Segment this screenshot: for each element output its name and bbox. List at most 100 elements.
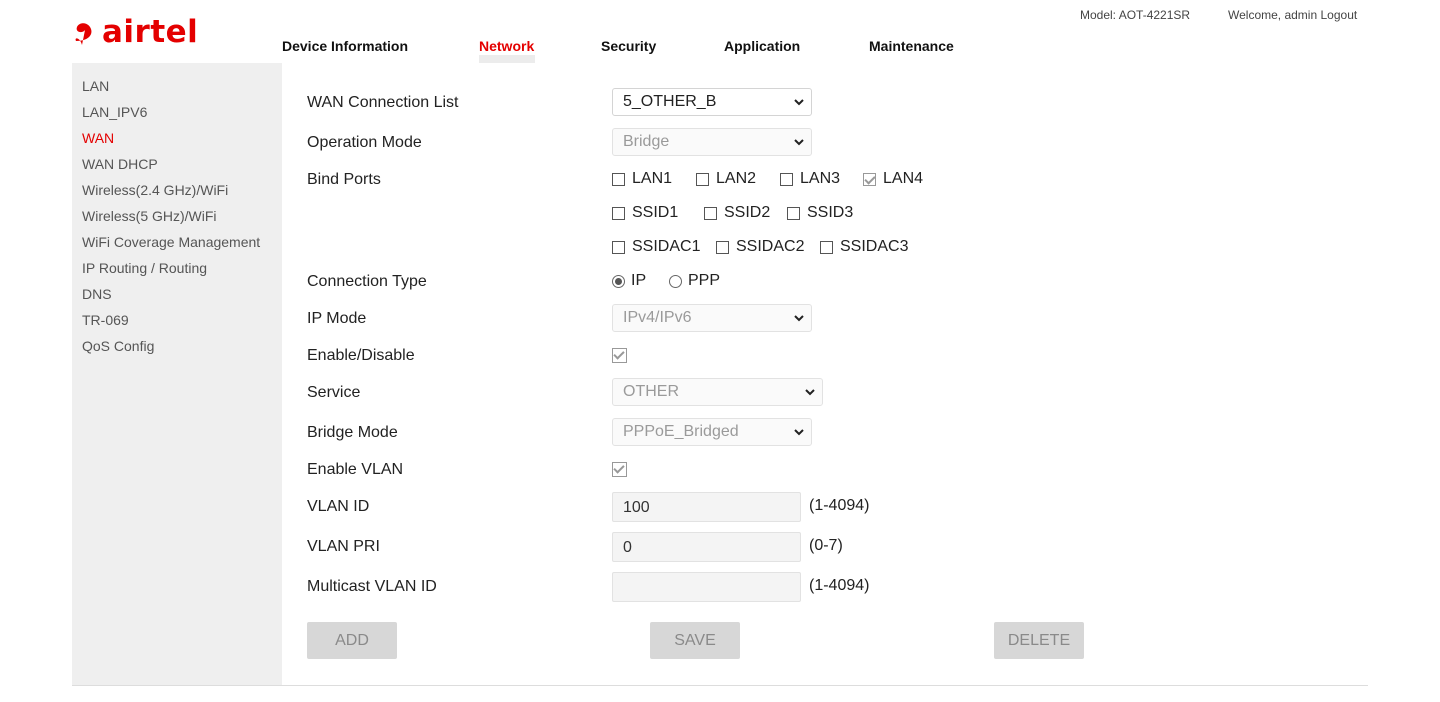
- operation-mode-value: Bridge: [623, 133, 670, 150]
- enable-vlan-checkbox[interactable]: [612, 462, 634, 477]
- wan-config-form: WAN Connection List 5_OTHER_B Operation …: [282, 63, 1368, 685]
- operation-mode-label: Operation Mode: [307, 134, 422, 151]
- multicast-vlan-id-range: (1-4094): [809, 577, 870, 594]
- radio-label: PPP: [688, 272, 721, 289]
- checkbox-label: LAN3: [800, 170, 841, 187]
- nav-application[interactable]: Application: [724, 36, 800, 63]
- sidebar-item-wireless-24[interactable]: Wireless(2.4 GHz)/WiFi: [82, 182, 228, 198]
- airtel-swirl-icon: [75, 23, 92, 45]
- multicast-vlan-id-label: Multicast VLAN ID: [307, 578, 437, 595]
- wan-connection-list-value: 5_OTHER_B: [623, 93, 717, 110]
- checkbox-icon[interactable]: [612, 240, 625, 254]
- bind-port-lan1[interactable]: LAN1: [612, 170, 696, 188]
- bind-port-ssid1[interactable]: SSID1: [612, 204, 704, 222]
- ip-mode-value: IPv4/IPv6: [623, 309, 692, 326]
- sidebar-item-dns[interactable]: DNS: [82, 286, 112, 302]
- model-label: Model: AOT-4221SR: [1080, 8, 1191, 22]
- sidebar-item-wifi-coverage[interactable]: WiFi Coverage Management: [82, 234, 260, 250]
- sidebar-item-qos-config[interactable]: QoS Config: [82, 338, 154, 354]
- checkbox-icon[interactable]: [612, 206, 625, 220]
- nav-maintenance[interactable]: Maintenance: [869, 36, 954, 63]
- checkbox-icon[interactable]: [704, 206, 717, 220]
- checkbox-label: SSID1: [632, 204, 679, 221]
- multicast-vlan-id-input[interactable]: [612, 572, 801, 602]
- bridge-mode-select[interactable]: PPPoE_Bridged: [612, 418, 812, 446]
- bind-port-lan3[interactable]: LAN3: [780, 170, 863, 188]
- service-select[interactable]: OTHER: [612, 378, 823, 406]
- bridge-mode-label: Bridge Mode: [307, 424, 398, 441]
- checkbox-label: SSIDAC1: [632, 238, 701, 255]
- footer-divider: [72, 685, 1368, 686]
- sidebar-item-wan[interactable]: WAN: [82, 130, 114, 146]
- checkbox-label: SSID3: [807, 204, 854, 221]
- chevron-down-icon: [794, 429, 804, 436]
- checkbox-checked-icon[interactable]: [863, 172, 876, 186]
- connection-type-ppp[interactable]: PPP: [669, 272, 720, 290]
- bind-port-lan2[interactable]: LAN2: [696, 170, 780, 188]
- vlan-pri-range: (0-7): [809, 537, 843, 554]
- bind-port-ssidac2[interactable]: SSIDAC2: [716, 238, 820, 256]
- sidebar-item-lan[interactable]: LAN: [82, 78, 109, 94]
- connection-type-label: Connection Type: [307, 273, 427, 290]
- enable-disable-label: Enable/Disable: [307, 347, 415, 364]
- bind-port-ssid2[interactable]: SSID2: [704, 204, 787, 222]
- bind-port-ssid3[interactable]: SSID3: [787, 204, 853, 222]
- operation-mode-select[interactable]: Bridge: [612, 128, 812, 156]
- bridge-mode-value: PPPoE_Bridged: [623, 423, 739, 440]
- airtel-logo[interactable]: airtel: [72, 14, 198, 50]
- service-value: OTHER: [623, 383, 679, 400]
- enable-vlan-label: Enable VLAN: [307, 461, 404, 478]
- checkbox-icon[interactable]: [820, 240, 833, 254]
- chevron-down-icon: [794, 99, 804, 106]
- bind-ports-row-ssid: SSID1 SSID2 SSID3: [612, 204, 853, 222]
- logout-link[interactable]: Logout: [1321, 8, 1358, 22]
- radio-label: IP: [631, 272, 647, 289]
- wan-connection-list-select[interactable]: 5_OTHER_B: [612, 88, 812, 116]
- checkbox-label: SSID2: [724, 204, 771, 221]
- vlan-id-label: VLAN ID: [307, 498, 370, 515]
- chevron-down-icon: [794, 139, 804, 146]
- checkbox-icon[interactable]: [780, 172, 793, 186]
- checkbox-checked-icon[interactable]: [612, 462, 627, 477]
- checkbox-icon[interactable]: [612, 172, 625, 186]
- checkbox-label: SSIDAC3: [840, 238, 909, 255]
- checkbox-icon[interactable]: [716, 240, 729, 254]
- bind-port-lan4[interactable]: LAN4: [863, 170, 923, 188]
- bind-port-ssidac3[interactable]: SSIDAC3: [820, 238, 908, 256]
- enable-disable-checkbox[interactable]: [612, 348, 634, 363]
- welcome-area: Welcome, admin Logout: [1228, 8, 1357, 22]
- ip-mode-select[interactable]: IPv4/IPv6: [612, 304, 812, 332]
- wan-connection-list-label: WAN Connection List: [307, 94, 459, 111]
- bind-ports-label: Bind Ports: [307, 171, 381, 188]
- radio-selected-icon[interactable]: [612, 274, 625, 288]
- radio-icon[interactable]: [669, 274, 682, 288]
- checkbox-label: SSIDAC2: [736, 238, 805, 255]
- ip-mode-label: IP Mode: [307, 310, 367, 327]
- add-button[interactable]: ADD: [307, 622, 397, 659]
- checkbox-icon[interactable]: [696, 172, 709, 186]
- vlan-pri-input[interactable]: 0: [612, 532, 801, 562]
- nav-network[interactable]: Network: [479, 36, 535, 63]
- checkbox-label: LAN4: [883, 170, 924, 187]
- sidebar-item-lan-ipv6[interactable]: LAN_IPV6: [82, 104, 147, 120]
- sidebar-item-ip-routing[interactable]: IP Routing / Routing: [82, 260, 207, 276]
- vlan-pri-label: VLAN PRI: [307, 538, 380, 555]
- bind-port-ssidac1[interactable]: SSIDAC1: [612, 238, 716, 256]
- checkbox-checked-icon[interactable]: [612, 348, 627, 363]
- nav-security[interactable]: Security: [601, 36, 656, 63]
- delete-button[interactable]: DELETE: [994, 622, 1084, 659]
- connection-type-ip[interactable]: IP: [612, 272, 669, 290]
- checkbox-icon[interactable]: [787, 206, 800, 220]
- connection-type-radios: IP PPP: [612, 272, 720, 290]
- nav-device-information[interactable]: Device Information: [282, 36, 408, 63]
- vlan-id-input[interactable]: 100: [612, 492, 801, 522]
- brand-name: airtel: [102, 14, 199, 50]
- sidebar-item-tr069[interactable]: TR-069: [82, 312, 129, 328]
- chevron-down-icon: [805, 389, 815, 396]
- bind-ports-row-lan: LAN1 LAN2 LAN3 LAN4: [612, 170, 923, 188]
- save-button[interactable]: SAVE: [650, 622, 740, 659]
- sidebar-item-wireless-5[interactable]: Wireless(5 GHz)/WiFi: [82, 208, 217, 224]
- service-label: Service: [307, 384, 361, 401]
- sidebar-item-wan-dhcp[interactable]: WAN DHCP: [82, 156, 158, 172]
- welcome-text: Welcome, admin: [1228, 8, 1318, 22]
